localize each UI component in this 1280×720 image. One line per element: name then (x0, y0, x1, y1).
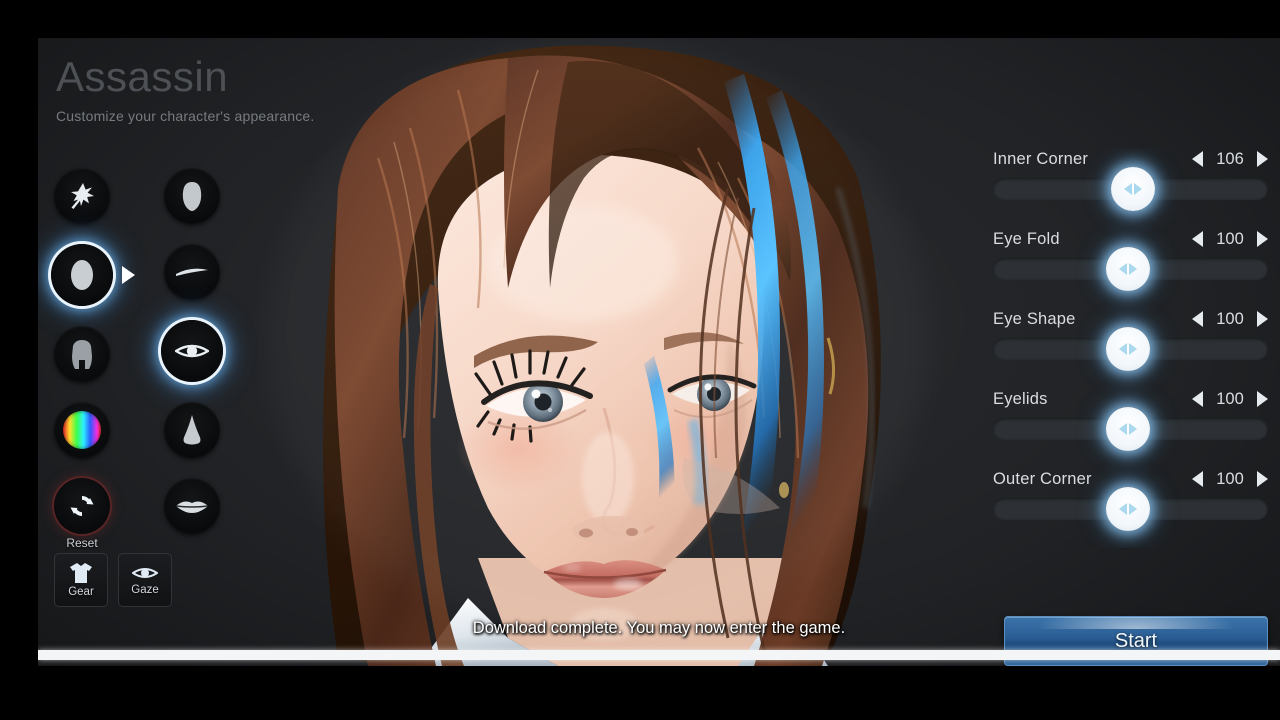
primary-category-rail: Reset (51, 168, 135, 554)
slider-track[interactable] (993, 407, 1268, 451)
feature-eyebrows-button[interactable] (164, 244, 220, 300)
download-progress-fill (38, 650, 1280, 660)
slider-track[interactable] (993, 247, 1268, 291)
knob-right-arrow-icon (1128, 263, 1137, 275)
slider-track[interactable] (993, 327, 1268, 371)
reset-button-label: Reset (66, 536, 98, 550)
gear-toggle-button[interactable]: Gear (54, 553, 108, 607)
knob-right-arrow-icon (1134, 183, 1143, 195)
color-wheel-icon (63, 411, 101, 449)
slider-label: Eye Fold (993, 229, 1060, 248)
category-preset-wand-button[interactable] (54, 168, 110, 224)
slider-value: 100 (1216, 389, 1244, 408)
eyebrow-icon (176, 268, 208, 276)
face-head-icon (71, 260, 93, 290)
eye-icon (132, 568, 158, 578)
page-subtitle: Customize your character's appearance. (56, 108, 315, 124)
knob-right-arrow-icon (1128, 343, 1137, 355)
category-face-button[interactable] (51, 244, 135, 306)
gaze-toggle-button[interactable]: Gaze (118, 553, 172, 607)
knob-left-arrow-icon (1118, 343, 1127, 355)
gaze-button-label: Gaze (131, 584, 159, 596)
reset-refresh-icon (70, 496, 94, 516)
increment-arrow-icon[interactable] (1257, 151, 1268, 167)
slider-label: Eye Shape (993, 309, 1076, 328)
knob-left-arrow-icon (1118, 263, 1127, 275)
slider-label: Eyelids (993, 389, 1048, 408)
slider-knob[interactable] (1105, 327, 1150, 371)
magic-wand-icon (71, 183, 94, 209)
slider-value: 100 (1216, 229, 1244, 248)
slider-value: 100 (1216, 469, 1244, 488)
decrement-arrow-icon[interactable] (1192, 471, 1203, 487)
slider-knob[interactable] (1105, 487, 1150, 531)
increment-arrow-icon[interactable] (1257, 471, 1268, 487)
slider-stepper: 100 (1192, 390, 1268, 409)
slider-panel: Inner Corner 106 Eye Fold 100 Eye Shape … (993, 148, 1268, 548)
game-viewport: Assassin Customize your character's appe… (38, 38, 1280, 666)
slider-row: Outer Corner 100 (993, 468, 1268, 531)
toggle-button-group: Gear Gaze (54, 553, 172, 607)
title-block: Assassin Customize your character's appe… (56, 53, 315, 125)
category-color-button[interactable] (54, 402, 110, 458)
decrement-arrow-icon[interactable] (1192, 231, 1203, 247)
nose-icon (183, 415, 201, 445)
slider-knob[interactable] (1111, 167, 1156, 211)
reset-button[interactable]: Reset (54, 478, 110, 550)
shirt-icon (70, 563, 92, 583)
slider-row: Inner Corner 106 (993, 148, 1268, 211)
knob-right-arrow-icon (1128, 423, 1137, 435)
feature-rail (161, 168, 223, 554)
selected-indicator-arrow (122, 266, 135, 284)
knob-right-arrow-icon (1128, 503, 1137, 515)
slider-row: Eyelids 100 (993, 388, 1268, 451)
slider-track[interactable] (993, 167, 1268, 211)
slider-stepper: 100 (1192, 230, 1268, 249)
decrement-arrow-icon[interactable] (1192, 151, 1203, 167)
slider-stepper: 100 (1192, 470, 1268, 489)
slider-value: 106 (1216, 149, 1244, 168)
slider-knob[interactable] (1105, 247, 1150, 291)
decrement-arrow-icon[interactable] (1192, 391, 1203, 407)
category-body-button[interactable] (54, 326, 110, 382)
page-title: Assassin (56, 53, 229, 100)
status-message: Download complete. You may now enter the… (472, 619, 846, 637)
knob-left-arrow-icon (1124, 183, 1133, 195)
decrement-arrow-icon[interactable] (1192, 311, 1203, 327)
slider-label: Inner Corner (993, 149, 1089, 168)
increment-arrow-icon[interactable] (1257, 391, 1268, 407)
slider-row: Eye Shape 100 (993, 308, 1268, 371)
knob-left-arrow-icon (1118, 423, 1127, 435)
body-torso-icon (72, 340, 92, 369)
slider-stepper: 106 (1192, 150, 1268, 169)
slider-knob[interactable] (1105, 407, 1150, 451)
eye-icon (175, 344, 209, 358)
head-silhouette-icon (182, 182, 202, 211)
slider-value: 100 (1216, 309, 1244, 328)
feature-lips-button[interactable] (164, 478, 220, 534)
feature-nose-button[interactable] (164, 402, 220, 458)
slider-stepper: 100 (1192, 310, 1268, 329)
increment-arrow-icon[interactable] (1257, 231, 1268, 247)
download-progress-bar (38, 650, 1280, 660)
gear-button-label: Gear (68, 586, 94, 598)
game-screen: Assassin Customize your character's appe… (0, 0, 1280, 720)
slider-track[interactable] (993, 487, 1268, 531)
slider-row: Eye Fold 100 (993, 228, 1268, 291)
knob-left-arrow-icon (1118, 503, 1127, 515)
feature-head-shape-button[interactable] (164, 168, 220, 224)
feature-eyes-button[interactable] (161, 320, 223, 382)
slider-label: Outer Corner (993, 469, 1092, 488)
lips-icon (175, 501, 209, 513)
increment-arrow-icon[interactable] (1257, 311, 1268, 327)
